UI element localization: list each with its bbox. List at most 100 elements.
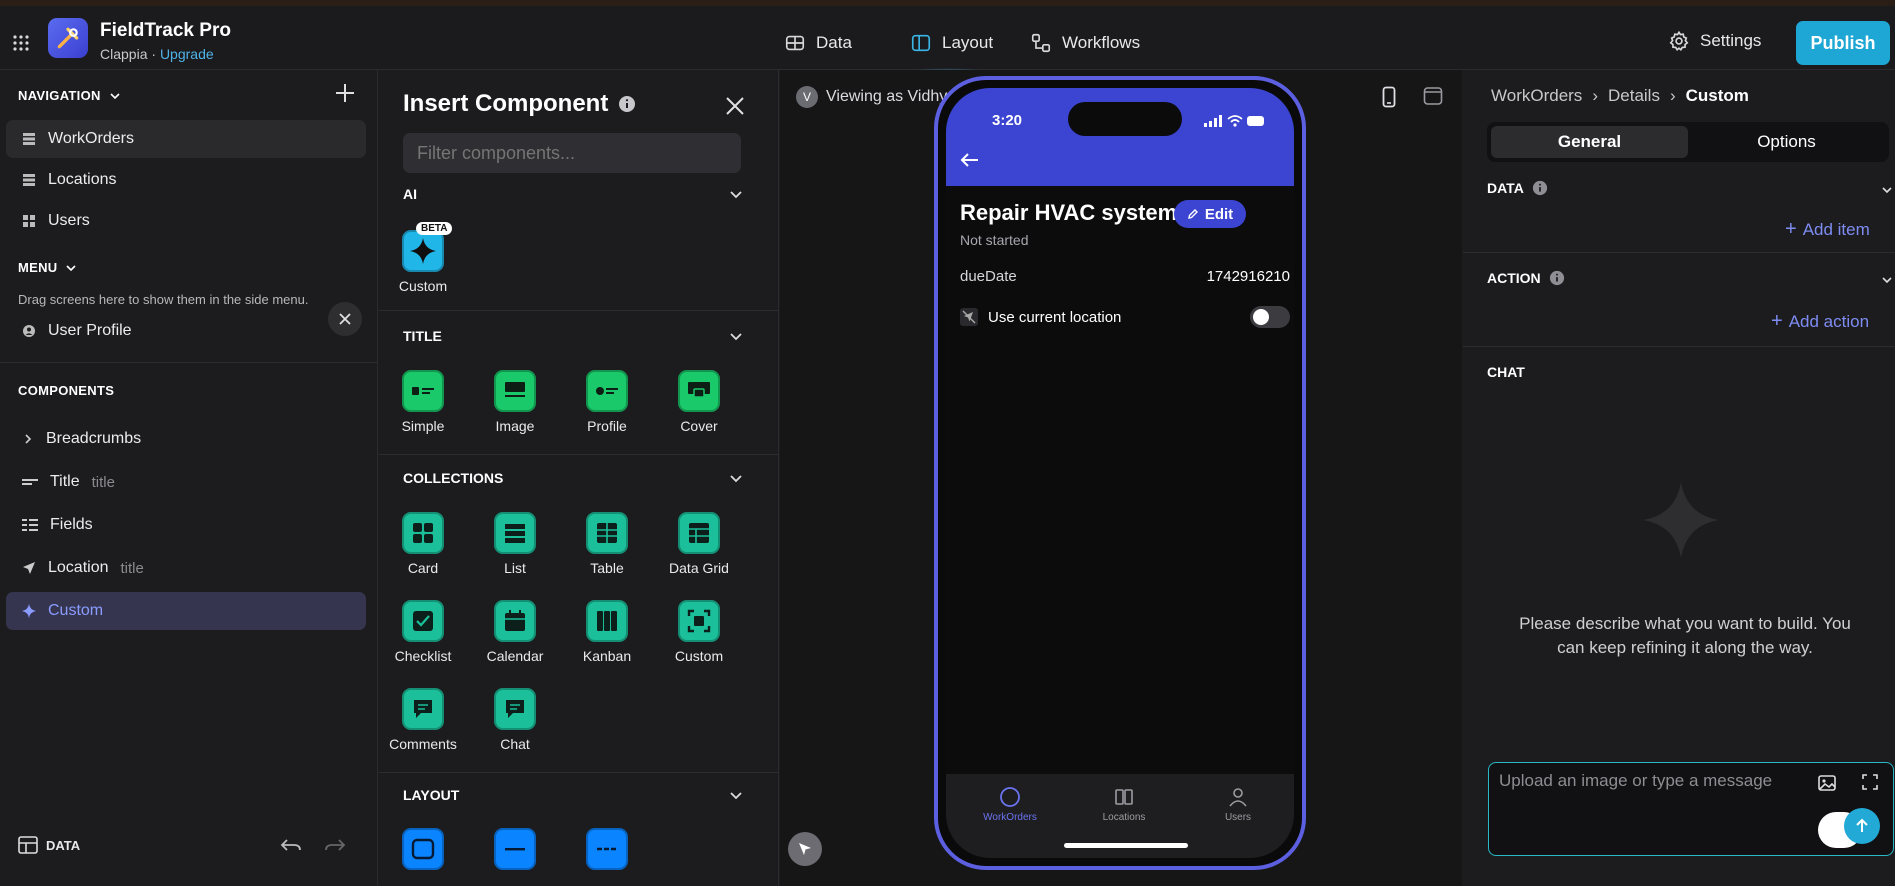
- tab-workflows[interactable]: Workflows: [1030, 28, 1140, 58]
- data-section-header[interactable]: DATA: [1487, 180, 1887, 196]
- upgrade-link[interactable]: Upgrade: [160, 46, 214, 62]
- phone-tab-label: Users: [1224, 812, 1252, 823]
- sparkle-icon: [410, 238, 436, 264]
- component-kanban[interactable]: Kanban: [561, 600, 653, 664]
- tab-options[interactable]: Options: [1688, 126, 1885, 158]
- component-calendar[interactable]: Calendar: [469, 600, 561, 664]
- home-indicator: [1064, 843, 1188, 848]
- chevron-down-icon: [730, 333, 742, 341]
- component-ai-custom[interactable]: BETA Custom: [379, 222, 469, 294]
- components-title: COMPONENTS: [18, 383, 115, 398]
- component-breadcrumbs[interactable]: Breadcrumbs: [6, 420, 366, 458]
- component-layout-container[interactable]: [379, 828, 469, 876]
- mobile-view-icon[interactable]: [1382, 86, 1396, 108]
- filter-components-input[interactable]: [403, 133, 741, 173]
- category-title: LAYOUT: [403, 787, 460, 803]
- info-icon[interactable]: [1549, 270, 1565, 286]
- apps-grid-icon[interactable]: [12, 34, 30, 52]
- component-title-profile[interactable]: Profile: [561, 370, 653, 434]
- phone-tab-users[interactable]: Users: [1188, 786, 1288, 823]
- edit-button[interactable]: Edit: [1174, 200, 1246, 228]
- component-list[interactable]: List: [469, 512, 561, 576]
- nav-item-workorders[interactable]: WorkOrders: [6, 120, 366, 158]
- image-upload-icon[interactable]: [1817, 773, 1837, 793]
- tab-data[interactable]: Data: [784, 28, 852, 58]
- data-footer-label: DATA: [46, 837, 81, 853]
- add-action-label: Add action: [1788, 311, 1870, 331]
- info-icon[interactable]: [1532, 180, 1548, 196]
- nav-item-locations[interactable]: Locations: [6, 161, 366, 199]
- components-header: COMPONENTS: [18, 383, 114, 398]
- category-ai[interactable]: AI: [403, 186, 743, 202]
- phone-screen: 3:20 Repair HVAC system Not started Edit…: [946, 88, 1294, 858]
- select-tool-button[interactable]: [788, 832, 822, 866]
- add-navigation-icon[interactable]: [334, 82, 356, 104]
- menu-header[interactable]: MENU: [18, 260, 77, 275]
- chevron-down-icon: [110, 92, 120, 99]
- category-title-section[interactable]: TITLE: [403, 328, 743, 344]
- breadcrumb-item[interactable]: WorkOrders: [1491, 86, 1582, 106]
- nav-item-label: Users: [48, 212, 90, 229]
- component-data-grid[interactable]: Data Grid: [653, 512, 745, 576]
- component-table[interactable]: Table: [561, 512, 653, 576]
- divider: [379, 454, 778, 455]
- component-label: Breadcrumbs: [46, 430, 142, 447]
- book-icon: [1115, 789, 1133, 805]
- expand-icon[interactable]: [1861, 773, 1879, 791]
- component-card[interactable]: Card: [379, 512, 469, 576]
- tab-general[interactable]: General: [1491, 126, 1688, 158]
- component-title[interactable]: Title title: [6, 463, 366, 501]
- panel-tabs: General Options: [1487, 122, 1889, 162]
- divider: [379, 772, 778, 773]
- location-arrow-icon: [23, 562, 35, 574]
- category-layout[interactable]: LAYOUT: [403, 787, 743, 803]
- component-chat[interactable]: Chat: [469, 688, 561, 752]
- component-title-image[interactable]: Image: [469, 370, 561, 434]
- info-icon[interactable]: [618, 95, 636, 113]
- close-icon[interactable]: [725, 96, 745, 116]
- status-bar-icons: [1204, 115, 1264, 127]
- location-toggle[interactable]: [1250, 306, 1290, 328]
- chevron-down-icon[interactable]: [1881, 274, 1893, 286]
- component-layout-divider[interactable]: [469, 828, 561, 876]
- viewing-as[interactable]: V Viewing as Vidhy: [796, 86, 947, 108]
- breadcrumb-item[interactable]: Details: [1608, 86, 1660, 106]
- action-section-header[interactable]: ACTION: [1487, 270, 1887, 286]
- chat-icon: [494, 688, 536, 730]
- component-layout-dashed-divider[interactable]: [561, 828, 653, 876]
- component-location[interactable]: Location title: [6, 549, 366, 587]
- component-title-cover[interactable]: Cover: [653, 370, 745, 434]
- undo-icon[interactable]: [280, 836, 302, 854]
- data-footer-button[interactable]: DATA: [18, 836, 80, 854]
- menu-item-user-profile[interactable]: User Profile: [6, 312, 366, 350]
- publish-button[interactable]: Publish: [1796, 21, 1890, 65]
- nav-item-users[interactable]: Users: [6, 202, 366, 240]
- chat-empty-message: Please describe what you want to build. …: [1519, 614, 1851, 657]
- tablet-view-icon[interactable]: [1423, 86, 1443, 106]
- layout-icon: [911, 34, 931, 52]
- navigation-header[interactable]: NAVIGATION: [18, 88, 121, 103]
- component-custom[interactable]: Custom: [6, 592, 366, 630]
- tab-layout[interactable]: Layout: [910, 28, 993, 58]
- component-label: List: [504, 560, 526, 576]
- send-button[interactable]: [1844, 808, 1880, 844]
- settings-label: Settings: [1700, 31, 1762, 50]
- component-custom-collection[interactable]: Custom: [653, 600, 745, 664]
- field-row-duedate: dueDate 1742916210: [960, 268, 1290, 285]
- chevron-down-icon[interactable]: [1881, 184, 1893, 196]
- redo-icon[interactable]: [324, 836, 346, 854]
- phone-tab-locations[interactable]: Locations: [1074, 786, 1174, 823]
- phone-tab-workorders[interactable]: WorkOrders: [960, 786, 1060, 823]
- add-action-button[interactable]: + Add action: [1771, 310, 1869, 333]
- section-title: ACTION: [1487, 270, 1541, 286]
- component-comments[interactable]: Comments: [379, 688, 469, 752]
- component-fields[interactable]: Fields: [6, 506, 366, 544]
- component-checklist[interactable]: Checklist: [379, 600, 469, 664]
- add-item-button[interactable]: + Add item: [1785, 218, 1870, 241]
- close-components-button[interactable]: [328, 302, 362, 336]
- back-arrow-icon[interactable]: [960, 152, 980, 168]
- component-title-simple[interactable]: Simple: [379, 370, 469, 434]
- component-label: Image: [495, 418, 535, 434]
- settings-button[interactable]: Settings: [1668, 30, 1761, 52]
- category-collections[interactable]: COLLECTIONS: [403, 470, 743, 486]
